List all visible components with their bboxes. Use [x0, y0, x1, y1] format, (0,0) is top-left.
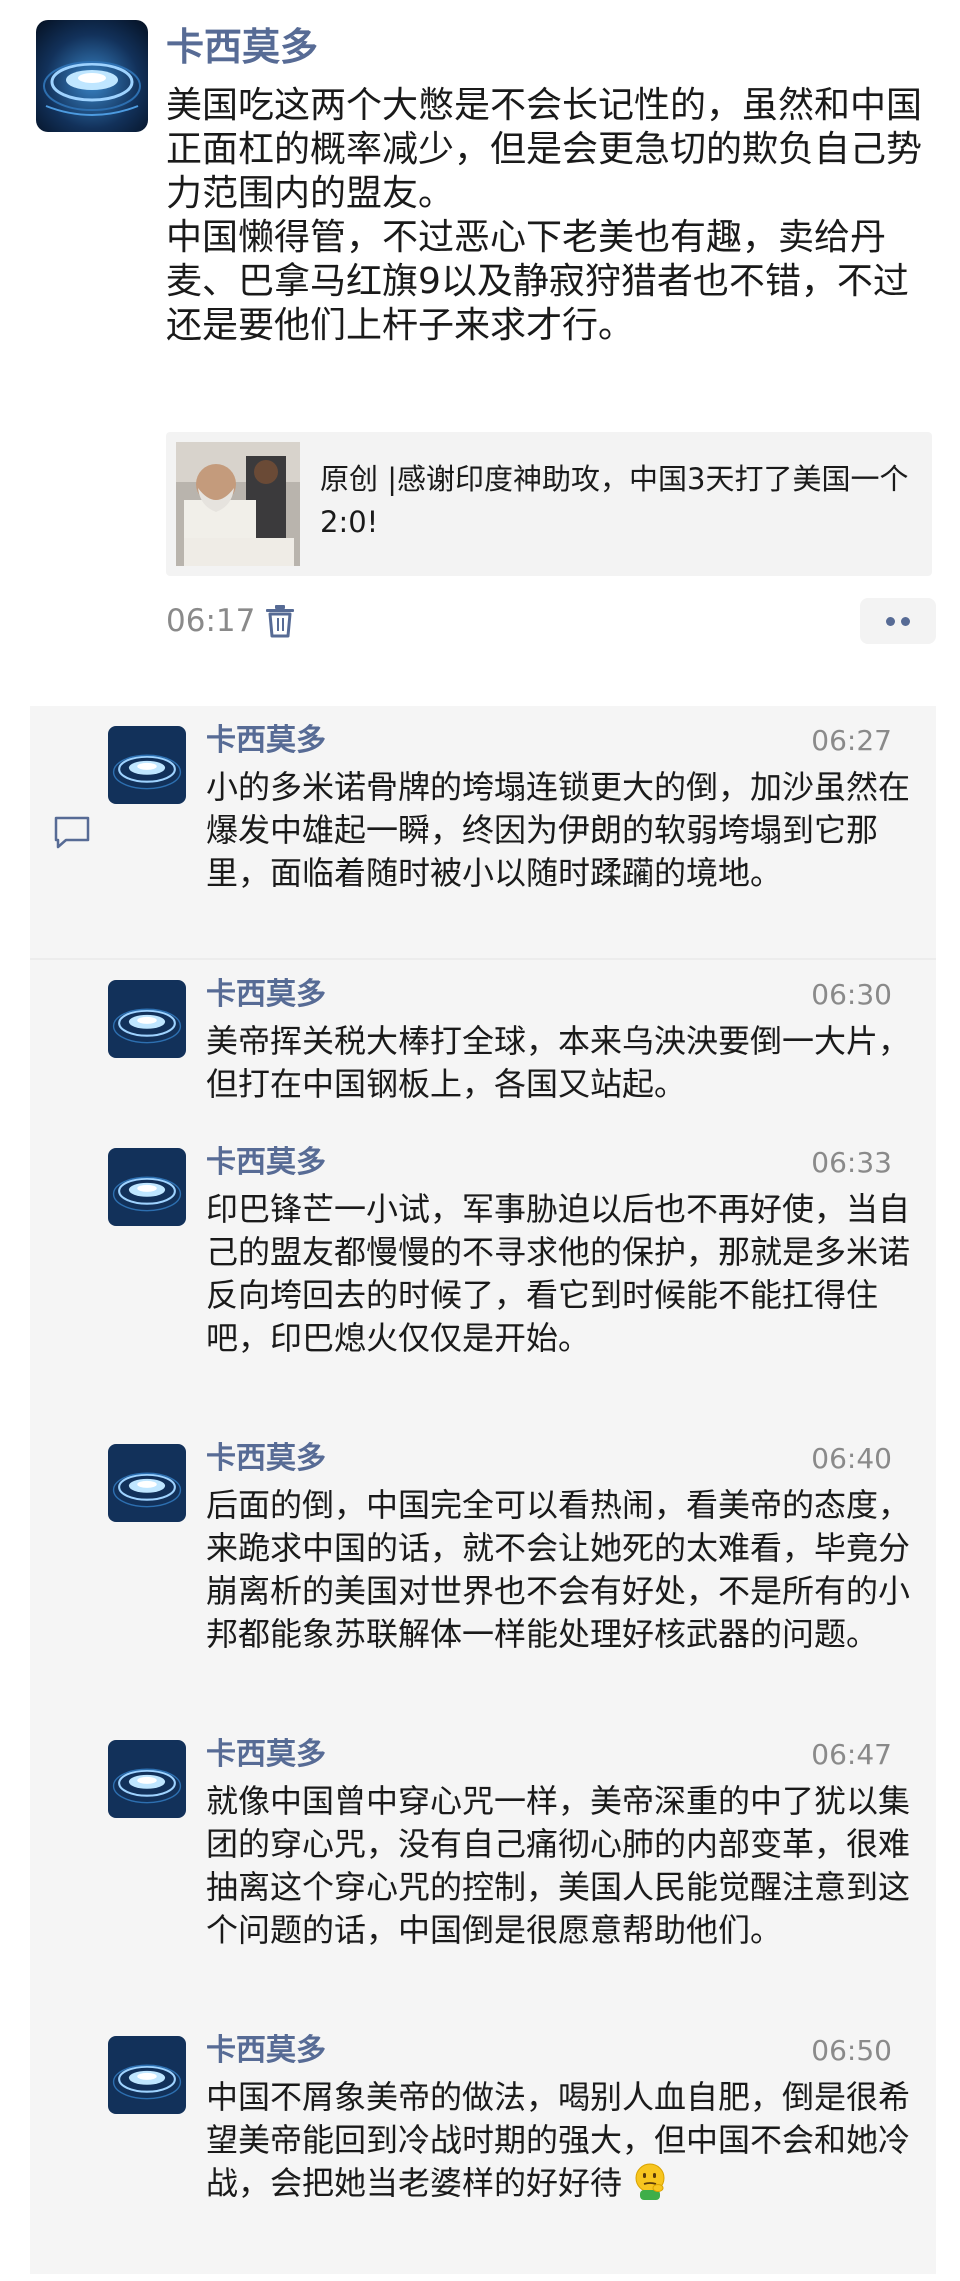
comment-text: 印巴锋芒一小试，军事胁迫以后也不再好使，当自己的盟友都慢慢的不寻求他的保护，那就…: [206, 1190, 911, 1357]
article-thumbnail: [176, 442, 300, 566]
commenter-name[interactable]: 卡西莫多: [206, 2030, 326, 2072]
comment-item[interactable]: 卡西莫多 06:50 中国不屑象美帝的做法，喝别人血自肥，倒是很希望美帝能回到冷…: [30, 2016, 936, 2274]
more-actions-button[interactable]: [860, 598, 936, 644]
commenter-name[interactable]: 卡西莫多: [206, 1734, 326, 1776]
shared-article-card[interactable]: 原创 |感谢印度神助攻，中国3天打了美国一个2:0!: [166, 432, 932, 576]
moments-post: 卡西莫多 美国吃这两个大憋是不会长记性的，虽然和中国正面杠的概率减少，但是会更急…: [0, 0, 960, 644]
commenter-avatar[interactable]: [108, 2036, 186, 2114]
commenter-name[interactable]: 卡西莫多: [206, 1438, 326, 1480]
author-name[interactable]: 卡西莫多: [166, 22, 318, 72]
post-paragraph: 美国吃这两个大憋是不会长记性的，虽然和中国正面杠的概率减少，但是会更急切的欺负自…: [166, 85, 923, 214]
post-text: 美国吃这两个大憋是不会长记性的，虽然和中国正面杠的概率减少，但是会更急切的欺负自…: [166, 84, 936, 348]
comment-text: 小的多米诺骨牌的垮塌连锁更大的倒，加沙虽然在爆发中雄起一瞬，终因为伊朗的软弱垮塌…: [206, 768, 911, 892]
trash-icon[interactable]: [264, 604, 296, 638]
post-paragraph: 中国懒得管，不过恶心下老美也有趣，卖给丹麦、巴拿马红旗9以及静寂狩猎者也不错，不…: [166, 217, 909, 346]
commenter-avatar[interactable]: [108, 726, 186, 804]
commenter-avatar[interactable]: [108, 1148, 186, 1226]
comment-timestamp: 06:33: [811, 1146, 892, 1179]
more-dot-icon: [901, 617, 910, 626]
commenter-name[interactable]: 卡西莫多: [206, 974, 326, 1016]
comment-item[interactable]: 卡西莫多 06:27 小的多米诺骨牌的垮塌连锁更大的倒，加沙虽然在爆发中雄起一瞬…: [30, 706, 936, 958]
commenter-name[interactable]: 卡西莫多: [206, 1142, 326, 1184]
commenter-avatar[interactable]: [108, 1444, 186, 1522]
comment-timestamp: 06:30: [811, 978, 892, 1011]
comment-item[interactable]: 卡西莫多 06:40 后面的倒，中国完全可以看热闹，看美帝的态度，来跪求中国的话…: [30, 1424, 936, 1720]
commenter-avatar[interactable]: [108, 980, 186, 1058]
comment-text: 后面的倒，中国完全可以看热闹，看美帝的态度，来跪求中国的话，就不会让她死的太难看…: [206, 1486, 911, 1653]
commenter-name[interactable]: 卡西莫多: [206, 720, 326, 762]
comment-item[interactable]: 卡西莫多 06:47 就像中国曾中穿心咒一样，美帝深重的中了犹以集团的穿心咒，没…: [30, 1720, 936, 2016]
comment-text-body: 中国不屑象美帝的做法，喝别人血自肥，倒是很希望美帝能回到冷战时期的强大，但中国不…: [206, 2078, 911, 2202]
comment-item[interactable]: 卡西莫多 06:33 印巴锋芒一小试，军事胁迫以后也不再好使，当自己的盟友都慢慢…: [30, 1128, 936, 1424]
comments-section: 卡西莫多 06:27 小的多米诺骨牌的垮塌连锁更大的倒，加沙虽然在爆发中雄起一瞬…: [30, 706, 936, 2274]
post-timestamp: 06:17: [166, 603, 256, 639]
author-avatar[interactable]: [36, 20, 148, 132]
comment-timestamp: 06:47: [811, 1738, 892, 1771]
comment-item[interactable]: 卡西莫多 06:30 美帝挥关税大棒打全球，本来乌泱泱要倒一大片，但打在中国钢板…: [30, 960, 936, 1128]
comment-text: 就像中国曾中穿心咒一样，美帝深重的中了犹以集团的穿心咒，没有自己痛彻心肺的内部变…: [206, 1782, 911, 1949]
more-dot-icon: [886, 617, 895, 626]
article-title: 原创 |感谢印度神助攻，中国3天打了美国一个2:0!: [320, 462, 909, 539]
comment-text: 美帝挥关税大棒打全球，本来乌泱泱要倒一大片，但打在中国钢板上，各国又站起。: [206, 1022, 911, 1103]
comment-timestamp: 06:27: [811, 724, 892, 757]
commenter-avatar[interactable]: [108, 1740, 186, 1818]
comment-text: 中国不屑象美帝的做法，喝别人血自肥，倒是很希望美帝能回到冷战时期的强大，但中国不…: [206, 2076, 926, 2205]
thinking-face-icon: [632, 2162, 668, 2202]
comment-timestamp: 06:40: [811, 1442, 892, 1475]
comment-timestamp: 06:50: [811, 2034, 892, 2067]
